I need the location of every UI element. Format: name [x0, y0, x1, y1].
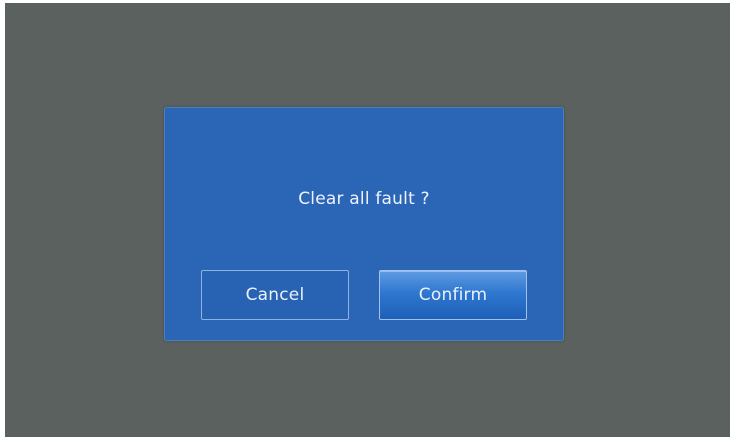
confirm-button[interactable]: Confirm — [379, 270, 527, 320]
screen-backdrop: Clear all fault ? Cancel Confirm — [5, 3, 730, 437]
clear-fault-dialog: Clear all fault ? Cancel Confirm — [164, 107, 564, 341]
cancel-button[interactable]: Cancel — [201, 270, 349, 320]
dialog-message: Clear all fault ? — [298, 189, 430, 209]
